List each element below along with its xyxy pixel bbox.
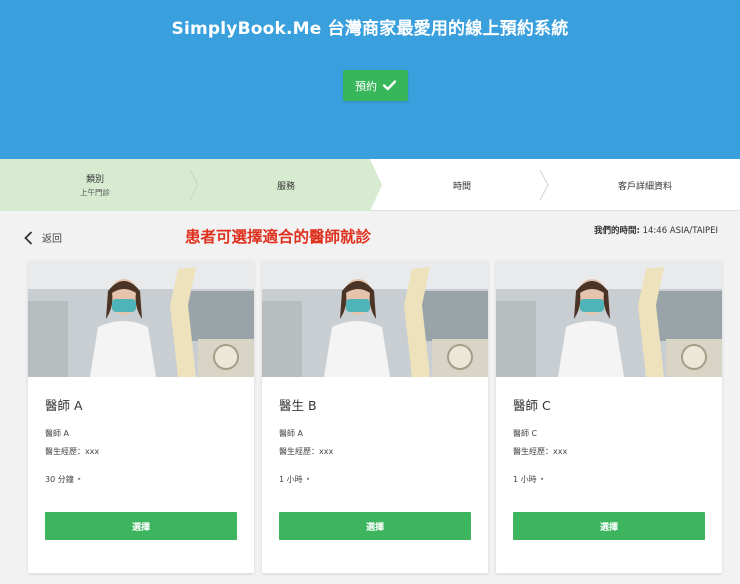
select-button[interactable]: 選擇 (513, 512, 705, 540)
book-button[interactable]: 預約 (343, 70, 408, 101)
doctor-selection-annotation: 患者可選擇適合的醫師就診 (185, 228, 372, 246)
checkmark-icon (383, 80, 396, 91)
step-service-label: 服務 (276, 181, 295, 192)
duration-dot-icon: • (539, 475, 545, 484)
back-label: 返回 (42, 234, 62, 245)
step-client-details[interactable]: 客戶詳細資料 (550, 159, 740, 211)
doctor-card[interactable]: 醫師 A 醫師 A 醫生經歷：xxx 30 分鐘 • 選擇 (28, 261, 254, 573)
duration-dot-icon: • (305, 475, 311, 484)
page-header: SimplyBook.Me 台灣商家最愛用的線上預約系統 預約 (0, 0, 740, 159)
step-client-details-label: 客戶詳細資料 (617, 181, 672, 192)
doctor-card[interactable]: 醫生 B 醫師 A 醫生經歷：xxx 1 小時 • 選擇 (262, 261, 488, 573)
booking-steps: 類別 上午門診 服務 時間 客戶詳細資料 (0, 159, 740, 211)
doctor-photo (262, 261, 488, 377)
duration-dot-icon: • (76, 475, 82, 484)
step-time-label: 時間 (452, 181, 471, 192)
doctor-experience: 醫生經歷：xxx (279, 447, 334, 456)
doctor-name: 醫生 B (279, 398, 317, 413)
back-button[interactable]: 返回 (24, 230, 62, 245)
select-button[interactable]: 選擇 (279, 512, 471, 540)
duration-value: 1 小時 (279, 475, 303, 484)
doctor-photo (496, 261, 722, 377)
doctor-title: 醫師 A (45, 429, 70, 438)
step-category[interactable]: 類別 上午門診 (0, 159, 190, 211)
doctor-photo (28, 261, 254, 377)
select-button[interactable]: 選擇 (45, 512, 237, 540)
doctor-title: 醫師 A (279, 429, 304, 438)
duration-value: 30 分鐘 (45, 475, 74, 484)
duration-value: 1 小時 (513, 475, 537, 484)
doctor-name: 醫師 C (513, 398, 551, 413)
timezone-info: 我們的時間: 14:46 ASIA/TAIPEI (594, 224, 718, 236)
appointment-duration: 30 分鐘 • (45, 474, 81, 485)
doctor-title: 醫師 C (513, 429, 538, 438)
appointment-duration: 1 小時 • (279, 474, 310, 485)
page-title: SimplyBook.Me 台灣商家最愛用的線上預約系統 (171, 19, 569, 39)
chevron-left-icon (24, 230, 33, 245)
step-category-label: 類別 (85, 175, 104, 185)
timezone-value: 14:46 ASIA/TAIPEI (639, 226, 719, 236)
book-button-label: 預約 (355, 79, 377, 93)
doctor-card[interactable]: 醫師 C 醫師 C 醫生經歷：xxx 1 小時 • 選擇 (496, 261, 722, 573)
step-separator-icon (539, 169, 549, 201)
timezone-label: 我們的時間: (594, 226, 640, 236)
doctor-experience: 醫生經歷：xxx (513, 447, 568, 456)
step-service[interactable]: 服務 (196, 159, 376, 211)
step-category-value: 上午門診 (80, 188, 110, 197)
doctor-name: 醫師 A (45, 398, 83, 413)
doctor-experience: 醫生經歷：xxx (45, 447, 100, 456)
step-time[interactable]: 時間 (382, 159, 542, 211)
appointment-duration: 1 小時 • (513, 474, 544, 485)
